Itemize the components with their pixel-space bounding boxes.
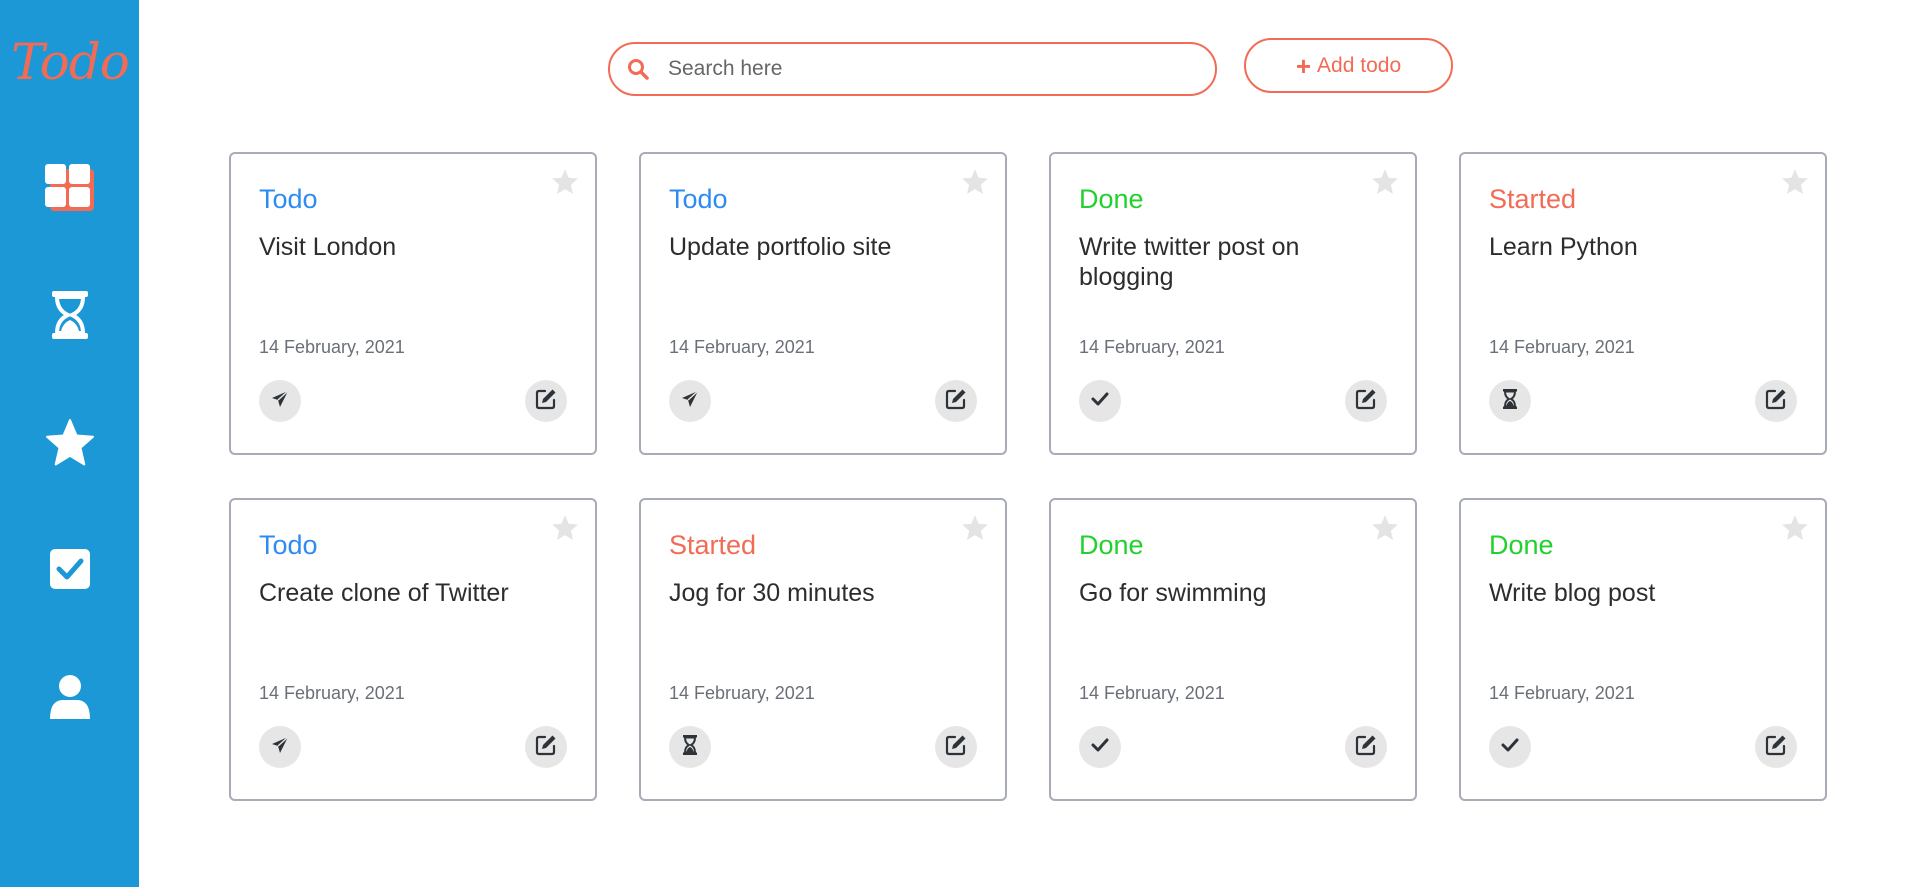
- hourglass-icon: [1502, 388, 1518, 414]
- status-action-button[interactable]: [669, 380, 711, 422]
- checkbox-icon: [50, 549, 90, 589]
- edit-button[interactable]: [1755, 380, 1797, 422]
- card-date: 14 February, 2021: [669, 683, 815, 703]
- status-action-button[interactable]: [669, 726, 711, 768]
- card-title: Visit London: [259, 233, 397, 261]
- sidebar: Todo: [0, 0, 139, 887]
- edit-icon: [1765, 734, 1787, 761]
- edit-button[interactable]: [1755, 726, 1797, 768]
- todo-card[interactable]: Started Jog for 30 minutes 14 February, 20…: [639, 498, 1007, 801]
- edit-button[interactable]: [525, 726, 567, 768]
- card-title: Learn Python: [1489, 233, 1638, 261]
- card-status: Done: [1489, 530, 1554, 560]
- plus-icon: +: [1295, 50, 1312, 81]
- card-status: Started: [669, 530, 757, 560]
- edit-button[interactable]: [1345, 380, 1387, 422]
- sidebar-item-started[interactable]: [40, 285, 100, 345]
- edit-icon: [945, 734, 967, 761]
- search-input[interactable]: [668, 57, 1188, 81]
- status-action-button[interactable]: [1079, 380, 1121, 422]
- app-logo[interactable]: Todo: [10, 22, 130, 102]
- sidebar-item-favorites[interactable]: [40, 413, 100, 473]
- favorite-star-icon[interactable]: [1371, 168, 1399, 196]
- sidebar-item-done[interactable]: [40, 539, 100, 599]
- card-date: 14 February, 2021: [1489, 337, 1635, 357]
- status-action-button[interactable]: [259, 380, 301, 422]
- edit-button[interactable]: [935, 726, 977, 768]
- todo-card[interactable]: Started Learn Python 14 February, 2021: [1459, 152, 1827, 455]
- send-icon: [270, 389, 290, 414]
- card-title: Write twitter post on blogging: [1079, 233, 1300, 291]
- status-action-button[interactable]: [259, 726, 301, 768]
- favorite-star-icon[interactable]: [551, 168, 579, 196]
- edit-icon: [945, 388, 967, 415]
- card-date: 14 February, 2021: [259, 337, 405, 357]
- card-status: Done: [1079, 184, 1144, 214]
- card-status: Started: [1489, 184, 1577, 214]
- edit-icon: [535, 388, 557, 415]
- check-icon: [1090, 735, 1110, 760]
- todo-card[interactable]: Todo Visit London 14 February, 2021: [229, 152, 597, 455]
- card-date: 14 February, 2021: [1079, 683, 1225, 703]
- add-todo-button[interactable]: + Add todo: [1244, 38, 1453, 93]
- todo-card[interactable]: Done Write twitter post on blogging 14 Feb…: [1049, 152, 1417, 455]
- status-action-button[interactable]: [1489, 380, 1531, 422]
- star-icon: [46, 419, 94, 466]
- hourglass-icon: [682, 734, 698, 760]
- todo-card[interactable]: Done Go for swimming 14 February, 2021: [1049, 498, 1417, 801]
- card-status: Todo: [259, 184, 318, 214]
- check-icon: [1090, 389, 1110, 414]
- card-status: Todo: [259, 530, 318, 560]
- card-title: Create clone of Twitter: [259, 579, 509, 607]
- favorite-star-icon[interactable]: [1371, 514, 1399, 542]
- sidebar-item-profile[interactable]: [40, 667, 100, 727]
- status-action-button[interactable]: [1489, 726, 1531, 768]
- edit-button[interactable]: [525, 380, 567, 422]
- card-title: Go for swimming: [1079, 579, 1267, 607]
- favorite-star-icon[interactable]: [961, 514, 989, 542]
- card-date: 14 February, 2021: [669, 337, 815, 357]
- edit-button[interactable]: [935, 380, 977, 422]
- card-status: Done: [1079, 530, 1144, 560]
- check-icon: [1500, 735, 1520, 760]
- status-action-button[interactable]: [1079, 726, 1121, 768]
- todo-card[interactable]: Todo Update portfolio site 14 February, 20…: [639, 152, 1007, 455]
- card-title: Jog for 30 minutes: [669, 579, 875, 607]
- send-icon: [270, 735, 290, 760]
- favorite-star-icon[interactable]: [1781, 168, 1809, 196]
- favorite-star-icon[interactable]: [1781, 514, 1809, 542]
- edit-icon: [1355, 388, 1377, 415]
- hourglass-icon: [52, 291, 88, 339]
- search-bar: [608, 42, 1217, 96]
- card-title: Update portfolio site: [669, 233, 892, 261]
- edit-icon: [535, 734, 557, 761]
- card-title: Write blog post: [1489, 579, 1656, 607]
- user-icon: [50, 675, 90, 719]
- search-icon[interactable]: [626, 57, 650, 81]
- edit-icon: [1765, 388, 1787, 415]
- edit-button[interactable]: [1345, 726, 1387, 768]
- card-date: 14 February, 2021: [1079, 337, 1225, 357]
- favorite-star-icon[interactable]: [961, 168, 989, 196]
- card-date: 14 February, 2021: [1489, 683, 1635, 703]
- send-icon: [680, 389, 700, 414]
- dashboard-grid-icon: [45, 164, 94, 211]
- sidebar-item-dashboard[interactable]: [40, 158, 100, 218]
- card-status: Todo: [669, 184, 728, 214]
- edit-icon: [1355, 734, 1377, 761]
- todo-card[interactable]: Todo Create clone of Twitter 14 February, …: [229, 498, 597, 801]
- todo-card[interactable]: Done Write blog post 14 February, 2021: [1459, 498, 1827, 801]
- favorite-star-icon[interactable]: [551, 514, 579, 542]
- card-date: 14 February, 2021: [259, 683, 405, 703]
- add-todo-label: Add todo: [1317, 53, 1402, 77]
